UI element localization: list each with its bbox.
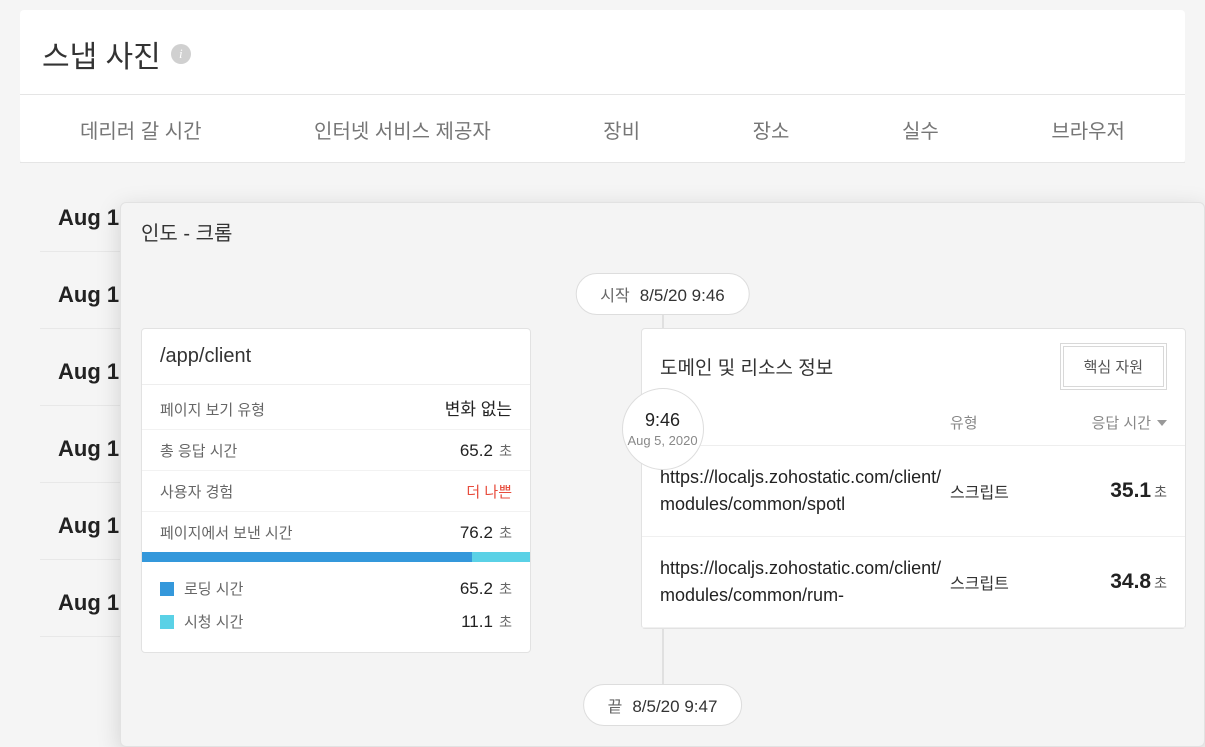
resource-type: 스크립트 <box>950 570 1065 594</box>
main-panel: 스냅 사진 i 데리러 갈 시간 인터넷 서비스 제공자 장비 장소 실수 브라… <box>20 10 1185 163</box>
legend-loading: 로딩 시간 65.2 초 <box>160 572 512 605</box>
chevron-down-icon <box>1157 420 1167 426</box>
page-header: 스냅 사진 i <box>20 10 1185 95</box>
resources-columns: 이름 유형 응답 시간 <box>642 404 1185 446</box>
resource-url: https://localjs.zohostatic.com/client/mo… <box>660 464 950 518</box>
end-pill: 끝 8/5/20 9:47 <box>583 684 743 726</box>
tab-device[interactable]: 장비 <box>603 115 640 144</box>
legend-unit: 초 <box>499 581 512 597</box>
bar-loading-segment <box>142 552 472 562</box>
resources-header: 도메인 및 리소스 정보 핵심 자원 <box>642 329 1185 404</box>
legend-label: 시청 시간 <box>184 611 243 632</box>
row-value: 변화 없는 <box>445 395 512 420</box>
legend-label: 로딩 시간 <box>184 578 243 599</box>
row-unit: 초 <box>499 443 512 459</box>
page-path-title: /app/client <box>142 329 530 385</box>
row-unit: 초 <box>499 525 512 541</box>
swatch-blue <box>160 582 174 596</box>
tab-isp[interactable]: 인터넷 서비스 제공자 <box>314 115 491 144</box>
row-value: 76.2 <box>460 523 493 542</box>
col-type[interactable]: 유형 <box>950 412 1065 433</box>
row-label: 페이지에서 보낸 시간 <box>160 522 293 543</box>
row-view-type: 페이지 보기 유형 변화 없는 <box>142 385 530 430</box>
row-user-experience: 사용자 경험 더 나쁜 <box>142 471 530 512</box>
tab-location[interactable]: 장소 <box>753 115 790 144</box>
bar-viewing-segment <box>472 552 530 562</box>
overlay-breadcrumb: 인도 - 크롬 <box>121 203 1204 260</box>
row-value: 더 나쁜 <box>466 481 512 502</box>
time-split-bar <box>142 552 530 562</box>
resource-url: https://localjs.zohostatic.com/client/mo… <box>660 555 950 609</box>
resource-response-time: 34.8초 <box>1065 570 1167 594</box>
core-resources-button[interactable]: 핵심 자원 <box>1060 343 1167 390</box>
end-label: 끝 <box>608 693 623 717</box>
col-name[interactable]: 이름 <box>660 412 950 433</box>
row-label: 총 응답 시간 <box>160 440 237 461</box>
page-metrics-card: /app/client 페이지 보기 유형 변화 없는 총 응답 시간 65.2… <box>141 328 531 653</box>
legend-unit: 초 <box>499 614 512 630</box>
table-row[interactable]: https://localjs.zohostatic.com/client/mo… <box>642 446 1185 537</box>
resource-response-time: 35.1초 <box>1065 479 1167 503</box>
col-resp-label: 응답 시간 <box>1092 412 1151 433</box>
table-row[interactable]: https://localjs.zohostatic.com/client/mo… <box>642 537 1185 628</box>
legend-value: 65.2 <box>460 579 493 598</box>
info-icon[interactable]: i <box>171 44 191 64</box>
row-value: 65.2 <box>460 441 493 460</box>
time-legend: 로딩 시간 65.2 초 시청 시간 11.1 초 <box>142 562 530 652</box>
swatch-cyan <box>160 615 174 629</box>
tab-browser[interactable]: 브라우저 <box>1051 115 1125 144</box>
resources-card: 도메인 및 리소스 정보 핵심 자원 이름 유형 응답 시간 https://l… <box>641 328 1186 629</box>
node-date: Aug 5, 2020 <box>627 433 697 448</box>
col-response-time[interactable]: 응답 시간 <box>1065 412 1167 433</box>
row-time-on-page: 페이지에서 보낸 시간 76.2 초 <box>142 512 530 552</box>
timeline-end: 끝 8/5/20 9:47 <box>583 684 743 726</box>
resource-type: 스크립트 <box>950 479 1065 503</box>
row-response-time: 총 응답 시간 65.2 초 <box>142 430 530 471</box>
tab-errors[interactable]: 실수 <box>902 115 939 144</box>
page-title: 스냅 사진 <box>42 32 161 76</box>
legend-viewing: 시청 시간 11.1 초 <box>160 605 512 638</box>
row-label: 페이지 보기 유형 <box>160 399 265 420</box>
end-value: 8/5/20 9:47 <box>632 697 717 717</box>
node-time: 9:46 <box>645 410 680 431</box>
legend-value: 11.1 <box>461 612 493 631</box>
start-label: 시작 <box>600 282 629 306</box>
timeline-start: 시작 8/5/20 9:46 <box>575 273 750 315</box>
start-value: 8/5/20 9:46 <box>640 286 725 306</box>
start-pill: 시작 8/5/20 9:46 <box>575 273 750 315</box>
tab-pickup-time[interactable]: 데리러 갈 시간 <box>80 115 202 144</box>
row-label: 사용자 경험 <box>160 481 233 502</box>
resources-title: 도메인 및 리소스 정보 <box>660 353 833 380</box>
timeline-node[interactable]: 9:46 Aug 5, 2020 <box>622 388 704 470</box>
tabs-row: 데리러 갈 시간 인터넷 서비스 제공자 장비 장소 실수 브라우저 <box>20 95 1185 163</box>
session-detail-overlay: 인도 - 크롬 시작 8/5/20 9:46 9:46 Aug 5, 2020 … <box>120 202 1205 747</box>
